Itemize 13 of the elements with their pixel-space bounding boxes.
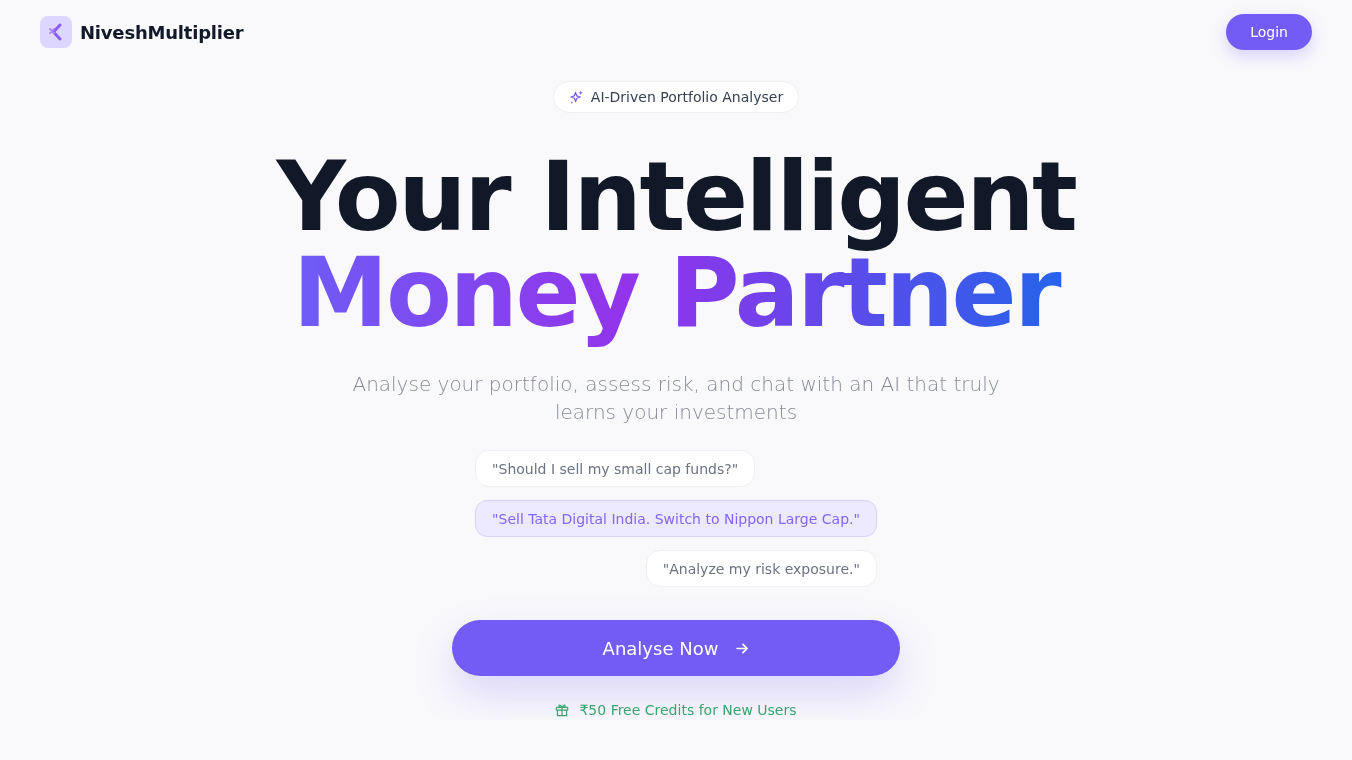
brand-name: NiveshMultiplier bbox=[80, 21, 244, 43]
analyse-now-button[interactable]: Analyse Now bbox=[452, 620, 900, 676]
chat-bubble: "Analyze my risk exposure." bbox=[645, 550, 877, 587]
sparkle-icon bbox=[568, 89, 584, 105]
arrow-right-icon bbox=[736, 642, 750, 654]
chat-bubble: "Should I sell my small cap funds?" bbox=[475, 450, 756, 487]
badge-text: AI-Driven Portfolio Analyser bbox=[590, 89, 784, 105]
logo-icon bbox=[40, 16, 72, 48]
gift-icon bbox=[555, 703, 570, 717]
login-button[interactable]: Login bbox=[1226, 14, 1312, 50]
chat-bubble: "Sell Tata Digital India. Switch to Nippon Large Cap." bbox=[475, 500, 877, 537]
credits-note: ₹50 Free Credits for New Users bbox=[579, 701, 797, 720]
hero-subtitle: Analyse your portfolio, assess risk, and chat with an AI that truly learns your investments bbox=[351, 371, 1001, 426]
